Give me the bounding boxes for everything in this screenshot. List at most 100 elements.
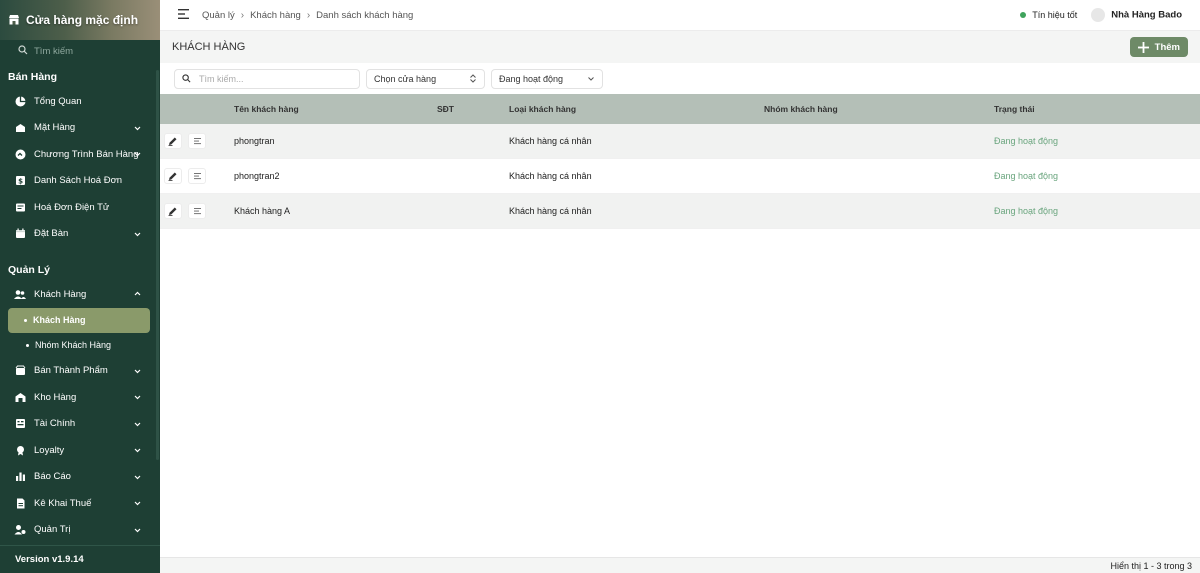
breadcrumb-customers[interactable]: Khách hàng xyxy=(250,10,301,21)
bullet-icon xyxy=(24,318,27,322)
top-bar: Quản lý › Khách hàng › Danh sách khách h… xyxy=(160,0,1200,31)
avatar xyxy=(1091,8,1106,22)
pencil-icon xyxy=(168,137,177,146)
edit-button[interactable] xyxy=(164,168,182,184)
report-icon xyxy=(14,471,26,483)
list-icon xyxy=(193,138,201,145)
detail-button[interactable] xyxy=(188,168,206,184)
sidebar-item-e-invoices[interactable]: Hoá Đơn Điện Tử xyxy=(0,194,160,221)
chevron-right-icon: › xyxy=(306,9,311,21)
loyalty-icon xyxy=(14,444,26,456)
sidebar-search-placeholder: Tìm kiếm xyxy=(34,45,74,57)
status-select[interactable]: Đang hoạt động xyxy=(491,68,603,89)
pencil-icon xyxy=(168,172,177,181)
page-header: KHÁCH HÀNG Thêm xyxy=(160,31,1200,63)
chevron-down-icon xyxy=(134,528,141,533)
sidebar-item-tax[interactable]: Kê Khai Thuế xyxy=(0,490,160,517)
filter-bar: Tìm kiếm... Chọn cửa hàng Đang hoạt động xyxy=(160,63,1200,94)
sidebar-item-invoices[interactable]: $ Danh Sách Hoá Đơn xyxy=(0,168,160,195)
add-customer-button[interactable]: Thêm xyxy=(1129,37,1188,57)
table-row[interactable]: phongtran2 Khách hàng cá nhân Đang hoạt … xyxy=(160,159,1200,194)
sidebar-item-products[interactable]: Mặt Hàng xyxy=(0,115,160,142)
search-icon xyxy=(18,44,28,58)
sidebar-subitem-customer-groups[interactable]: Nhóm Khách Hàng xyxy=(0,333,160,358)
sidebar-item-admin[interactable]: Quản Trị xyxy=(0,517,160,544)
signal-status: Tín hiệu tốt xyxy=(1020,10,1077,20)
sidebar-item-semi-products[interactable]: Bán Thành Phẩm xyxy=(0,358,160,385)
store-select[interactable]: Chọn cửa hàng xyxy=(366,68,485,89)
sidebar-subitem-label: Khách Hàng xyxy=(33,315,86,325)
app-version: Version v1.9.14 xyxy=(0,545,160,573)
sidebar-item-label: Quản Trị xyxy=(34,524,71,536)
section-manage: Quản Lý xyxy=(8,264,51,276)
breadcrumb-customer-list: Danh sách khách hàng xyxy=(316,9,414,21)
col-phone-header[interactable]: SĐT xyxy=(437,104,454,114)
sidebar: Cửa hàng mặc định Tìm kiếm Bán Hàng Tổng… xyxy=(0,0,160,573)
col-status-header[interactable]: Trạng thái xyxy=(994,104,1035,114)
sidebar-search[interactable]: Tìm kiếm xyxy=(0,40,160,62)
chevron-down-icon xyxy=(134,395,141,400)
pencil-icon xyxy=(168,207,177,216)
breadcrumb: Quản lý › Khách hàng › Danh sách khách h… xyxy=(202,10,413,21)
customers-table: Tên khách hàng SĐT Loại khách hàng Nhóm … xyxy=(160,94,1200,557)
plus-icon xyxy=(1137,41,1149,53)
chevron-down-icon xyxy=(134,152,141,157)
svg-text:$: $ xyxy=(18,178,23,186)
sidebar-item-label: Khách Hàng xyxy=(34,288,87,300)
sidebar-item-warehouse[interactable]: Kho Hàng xyxy=(0,384,160,411)
sidebar-item-reports[interactable]: Báo Cáo xyxy=(0,464,160,491)
detail-button[interactable] xyxy=(188,133,206,149)
admin-icon xyxy=(14,524,26,536)
sidebar-item-label: Kho Hàng xyxy=(34,391,77,403)
sidebar-item-finance[interactable]: Tài Chính xyxy=(0,411,160,438)
sidebar-item-label: Báo Cáo xyxy=(34,471,71,483)
col-name-header[interactable]: Tên khách hàng xyxy=(234,104,299,114)
status-select-value: Đang hoạt động xyxy=(499,73,564,84)
table-row[interactable]: Khách hàng A Khách hàng cá nhân Đang hoạ… xyxy=(160,194,1200,229)
cell-name: Khách hàng A xyxy=(234,206,291,216)
sidebar-subitem-customers[interactable]: Khách Hàng xyxy=(8,307,150,333)
sidebar-item-promotions[interactable]: Chương Trình Bán Hàng xyxy=(0,141,160,168)
status-badge: Đang hoạt động xyxy=(994,171,1059,181)
finance-icon xyxy=(14,418,26,430)
chevron-down-icon xyxy=(134,448,141,453)
search-icon xyxy=(182,74,191,83)
menu-toggle-icon[interactable] xyxy=(178,8,190,22)
pagination-summary: Hiển thị 1 - 3 trong 3 xyxy=(1110,560,1192,571)
table-row[interactable]: phongtran Khách hàng cá nhân Đang hoạt đ… xyxy=(160,124,1200,159)
signal-status-label: Tín hiệu tốt xyxy=(1032,10,1078,20)
chevron-down-icon xyxy=(134,232,141,237)
pagination-footer: Hiển thị 1 - 3 trong 3 xyxy=(160,557,1200,573)
detail-button[interactable] xyxy=(188,203,206,219)
cell-type: Khách hàng cá nhân xyxy=(509,136,592,146)
sidebar-item-reservations[interactable]: Đặt Bàn xyxy=(0,221,160,248)
tax-icon xyxy=(14,497,26,509)
search-placeholder: Tìm kiếm... xyxy=(199,73,244,84)
sidebar-item-customers[interactable]: Khách Hàng xyxy=(0,281,160,308)
semi-product-icon xyxy=(14,365,26,377)
col-type-header[interactable]: Loại khách hàng xyxy=(509,104,576,114)
edit-button[interactable] xyxy=(164,133,182,149)
warehouse-icon xyxy=(14,391,26,403)
shop-account[interactable]: Nhà Hàng Bado xyxy=(1091,8,1182,22)
chevron-up-icon xyxy=(134,291,141,296)
edit-button[interactable] xyxy=(164,203,182,219)
breadcrumb-manage[interactable]: Quản lý xyxy=(202,10,235,21)
sidebar-scrollbar[interactable] xyxy=(156,70,159,460)
store-switcher[interactable]: Cửa hàng mặc định xyxy=(0,0,160,40)
col-group-header[interactable]: Nhóm khách hàng xyxy=(764,104,838,114)
chevron-down-icon xyxy=(134,501,141,506)
cell-name: phongtran xyxy=(234,136,275,146)
store-name: Cửa hàng mặc định xyxy=(26,13,139,27)
sidebar-item-overview[interactable]: Tổng Quan xyxy=(0,88,160,115)
sidebar-item-loyalty[interactable]: Loyalty xyxy=(0,437,160,464)
sidebar-item-label: Đặt Bàn xyxy=(34,228,69,240)
cell-type: Khách hàng cá nhân xyxy=(509,171,592,181)
chevron-down-icon xyxy=(588,76,594,81)
status-badge: Đang hoạt động xyxy=(994,136,1059,146)
dashboard-icon xyxy=(14,95,26,107)
sidebar-item-label: Tổng Quan xyxy=(34,95,82,107)
customer-search-input[interactable]: Tìm kiếm... xyxy=(174,68,360,89)
chevron-down-icon xyxy=(134,126,141,131)
sidebar-item-label: Tài Chính xyxy=(34,418,76,430)
